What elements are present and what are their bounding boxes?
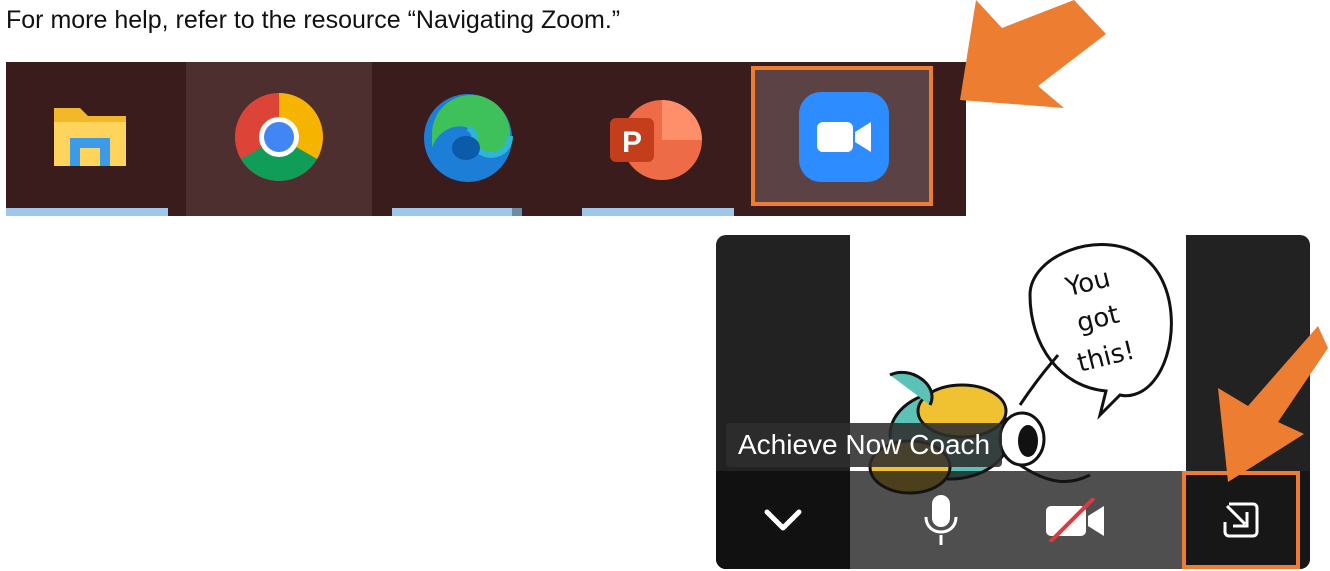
svg-text:P: P [622, 126, 642, 159]
microphone-icon [924, 495, 958, 545]
powerpoint-icon: P [610, 100, 702, 180]
taskbar-item-file-explorer[interactable] [6, 62, 186, 216]
help-instruction-text: For more help, refer to the resource “Na… [6, 6, 621, 34]
pointer-arrow-icon [1218, 326, 1328, 482]
mute-button[interactable] [896, 471, 986, 569]
folder-icon [54, 108, 126, 166]
zoom-video-icon [799, 92, 889, 182]
taskbar-item-powerpoint[interactable]: P [558, 62, 750, 216]
taskbar-item-edge[interactable] [372, 62, 558, 216]
running-indicator [392, 208, 512, 216]
show-video-dropdown-button[interactable] [716, 471, 850, 569]
video-off-icon [1046, 498, 1104, 542]
running-indicator-edge [512, 208, 522, 216]
windows-taskbar: P [6, 62, 966, 216]
edge-icon [424, 94, 513, 182]
participant-name-label: Achieve Now Coach [726, 423, 1003, 467]
start-video-button[interactable] [1016, 471, 1136, 569]
pointer-arrow-icon [960, 0, 1106, 108]
running-indicator [582, 208, 734, 216]
chrome-icon [235, 93, 323, 181]
taskbar-item-chrome[interactable] [186, 62, 372, 216]
exit-minimized-icon [1223, 502, 1259, 538]
taskbar-item-zoom[interactable] [755, 62, 933, 216]
running-indicator [6, 208, 168, 216]
chevron-down-icon [764, 509, 802, 531]
